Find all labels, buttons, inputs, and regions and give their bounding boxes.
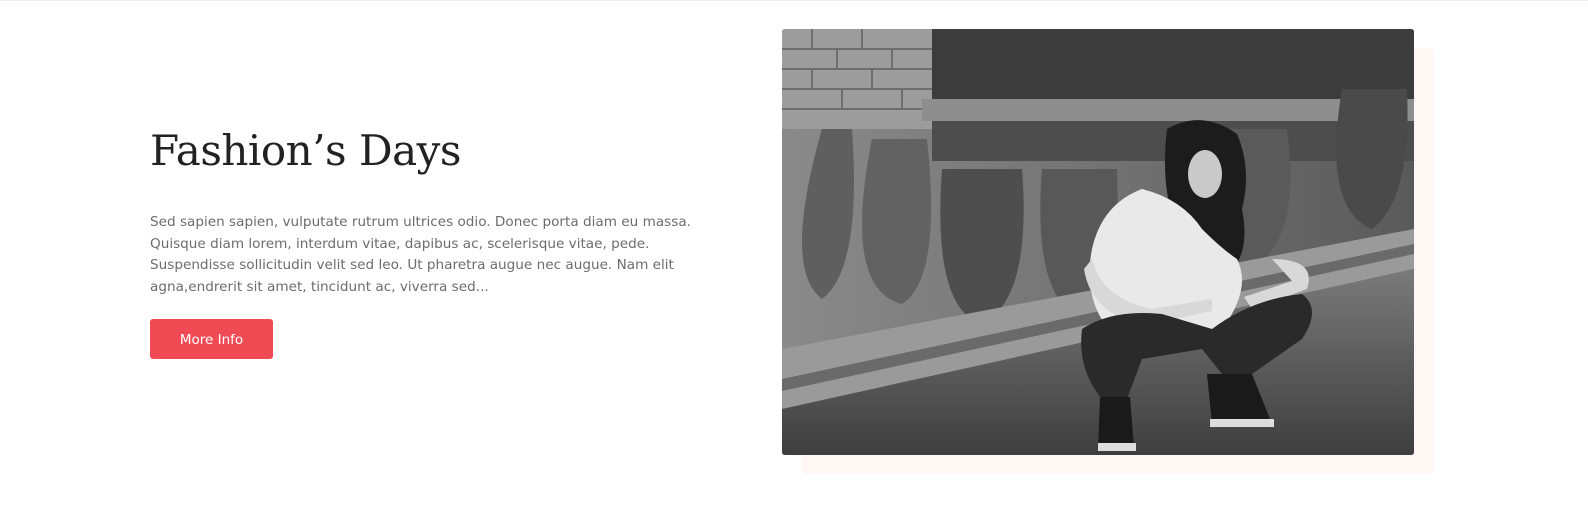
feature-image <box>782 29 1414 455</box>
feature-section: Fashion’s Days Sed sapien sapien, vulput… <box>0 0 1588 531</box>
feature-content: Fashion’s Days Sed sapien sapien, vulput… <box>150 122 735 359</box>
top-divider <box>0 0 1588 1</box>
more-info-button[interactable]: More Info <box>150 318 273 359</box>
feature-title: Fashion’s Days <box>150 126 461 175</box>
feature-description: Sed sapien sapien, vulputate rutrum ultr… <box>150 214 691 296</box>
